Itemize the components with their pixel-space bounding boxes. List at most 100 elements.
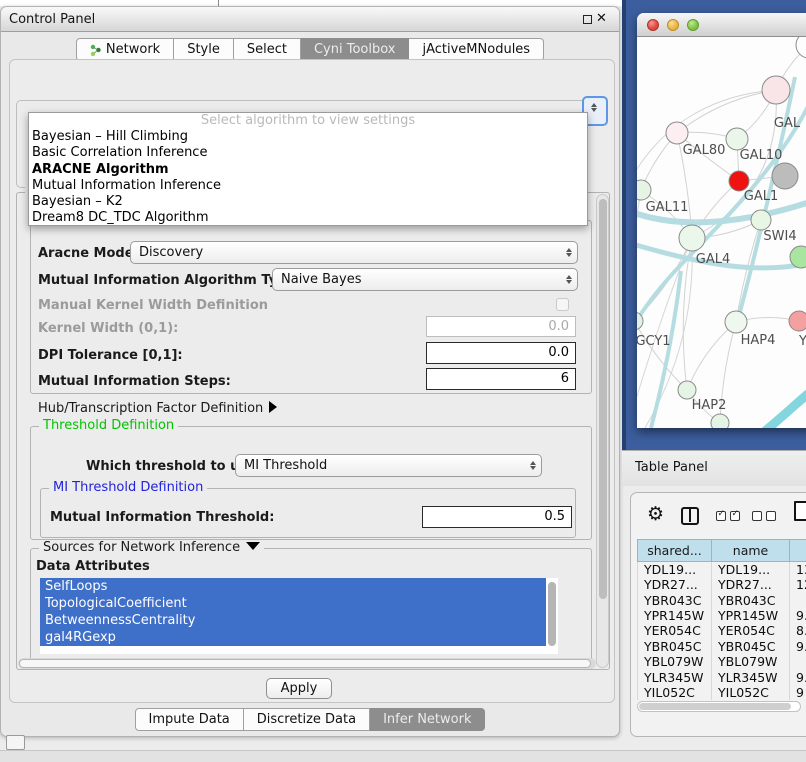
tab-style[interactable]: Style (174, 38, 234, 61)
table-hscrollbar-thumb[interactable] (639, 703, 791, 710)
table-row[interactable]: YBR043CYBR043C (638, 592, 806, 607)
network-node-swi4[interactable] (751, 210, 771, 230)
algorithm-option[interactable]: ARACNE Algorithm (29, 162, 587, 178)
control-panel-window: Control Panel NetworkStyleSelectCyni Too… (0, 6, 620, 737)
settings-hscrollbar-thumb[interactable] (19, 659, 591, 668)
network-node-gal11[interactable] (637, 180, 651, 200)
algorithm-option[interactable]: Dream8 DC_TDC Algorithm (29, 210, 587, 226)
network-node[interactable] (796, 37, 806, 58)
network-node-gal[interactable] (762, 76, 790, 104)
settings-gear-icon[interactable] (647, 503, 664, 525)
tab-jactivemnodules[interactable]: jActiveMNodules (409, 38, 544, 61)
checked-columns-icon[interactable] (716, 511, 740, 521)
mi-threshold-field[interactable]: 0.5 (422, 506, 572, 528)
close-icon[interactable] (596, 10, 610, 28)
table-row[interactable]: YER054CYER054C8. (638, 623, 806, 638)
dpi-tolerance-label: DPI Tolerance [0,1]: (38, 348, 183, 363)
attribute-item[interactable]: BetweennessCentrality (40, 612, 546, 629)
tab-infer-network[interactable]: Infer Network (370, 708, 485, 731)
tab-select[interactable]: Select (234, 38, 301, 61)
table-cell: YLR345W (712, 669, 790, 684)
data-attributes-list[interactable]: SelfLoopsTopologicalCoefficientBetweenne… (40, 578, 558, 654)
float-icon[interactable] (583, 15, 592, 24)
which-threshold-select[interactable]: MI Threshold (235, 454, 542, 477)
tab-impute-data[interactable]: Impute Data (135, 708, 244, 731)
mi-type-select[interactable]: Naive Bayes (272, 268, 578, 291)
node-label: GAL80 (683, 143, 726, 158)
data-attributes-label: Data Attributes (36, 559, 150, 574)
kernel-width-field[interactable]: 0.0 (426, 316, 576, 337)
table-header-row[interactable]: shared...nameA (638, 540, 806, 562)
settings-scrollbar-track[interactable] (596, 194, 609, 668)
table-row[interactable]: YDL19...YDL19...13 (638, 562, 806, 578)
column-view-icon[interactable] (681, 507, 699, 525)
network-node-gal80[interactable] (666, 122, 688, 144)
aracne-mode-select[interactable]: Discovery (130, 241, 578, 264)
node-label: HAP2 (692, 398, 727, 413)
collapse-down-arrow-icon[interactable] (246, 542, 260, 550)
zoom-light-icon[interactable] (687, 19, 699, 31)
table-hscrollbar-track[interactable] (637, 701, 801, 712)
bottom-tabs: Impute Data Discretize Data Infer Network (1, 708, 619, 731)
network-node-gal10[interactable] (726, 128, 748, 150)
table-row[interactable]: YPR145WYPR145W9. (638, 608, 806, 623)
table-row[interactable]: YBR045CYBR045C9. (638, 639, 806, 654)
table-cell: YBR043C (712, 592, 790, 607)
table-row[interactable]: YDR27...YDR27...12 (638, 577, 806, 592)
table-column-header[interactable]: shared... (638, 540, 712, 562)
close-light-icon[interactable] (647, 19, 659, 31)
tab-network[interactable]: Network (76, 38, 174, 61)
network-node[interactable] (772, 163, 798, 189)
table-panel-titlebar[interactable]: Table Panel (622, 450, 806, 486)
network-node-hap4[interactable] (725, 311, 747, 333)
table-column-header[interactable]: A (790, 540, 806, 562)
settings-scrollbar-thumb[interactable] (599, 199, 607, 599)
unchecked-columns-icon[interactable] (752, 511, 776, 521)
dpi-tolerance-field[interactable]: 0.0 (426, 342, 576, 364)
manual-kernel-label: Manual Kernel Width Definition (38, 298, 268, 313)
node-label: HAP4 (741, 333, 776, 348)
table-cell: YBL079W (638, 654, 712, 669)
apply-button[interactable]: Apply (266, 678, 332, 699)
network-node[interactable] (711, 414, 729, 428)
table-row[interactable]: YIL052CYIL052C9 (638, 685, 806, 700)
table-column-header[interactable]: name (712, 540, 790, 562)
network-node-gal4[interactable] (679, 225, 705, 251)
table-cell: YDL19... (638, 562, 712, 578)
table-cell: YDR27... (638, 577, 712, 592)
file-icon[interactable] (794, 501, 806, 521)
control-panel-titlebar[interactable]: Control Panel (1, 7, 619, 32)
attribute-item[interactable]: SelfLoops (40, 578, 546, 595)
algorithm-option[interactable]: Basic Correlation Inference (29, 145, 587, 161)
expand-right-arrow-icon[interactable] (269, 401, 277, 413)
tab-discretize-data[interactable]: Discretize Data (244, 708, 370, 731)
table-cell: YIL052C (638, 685, 712, 700)
network-node-gal1[interactable] (729, 171, 749, 191)
network-window-titlebar[interactable] (637, 13, 806, 37)
tab-label: jActiveMNodules (422, 39, 530, 60)
sources-toggle[interactable]: Sources for Network Inference (39, 540, 264, 555)
network-node-y[interactable] (789, 311, 806, 331)
table-row[interactable]: YLR345WYLR345W9. (638, 669, 806, 684)
aracne-mode-label: Aracne Mode: (38, 246, 139, 261)
table-cell: YPR145W (638, 608, 712, 623)
attributes-scrollbar-thumb[interactable] (548, 582, 556, 646)
algorithm-option[interactable]: Bayesian – Hill Climbing (29, 129, 587, 145)
algorithm-option[interactable]: Bayesian – K2 (29, 194, 587, 210)
attribute-item[interactable]: TopologicalCoefficient (40, 595, 546, 612)
mi-steps-field[interactable]: 6 (426, 368, 576, 390)
tab-cyni-toolbox[interactable]: Cyni Toolbox (301, 38, 410, 61)
network-canvas[interactable]: GALGAL80GAL10GAL1GAL11GAL4SWI4GCY1HAP4YH… (637, 37, 806, 428)
table-row[interactable]: YBL079WYBL079W (638, 654, 806, 669)
minimized-panel-icon[interactable] (6, 735, 25, 750)
settings-hscrollbar-track[interactable] (18, 658, 596, 669)
attribute-item[interactable]: gal4RGexp (40, 629, 546, 646)
panel-title: Control Panel (9, 7, 95, 32)
node-attribute-table[interactable]: shared...nameA YDL19...YDL19...13YDR27..… (637, 539, 806, 700)
tab-label: Discretize Data (257, 709, 356, 730)
network-node-hap2[interactable] (678, 381, 696, 399)
minimize-light-icon[interactable] (667, 19, 679, 31)
algorithm-option[interactable]: Mutual Information Inference (29, 178, 587, 194)
hub-definition-toggle[interactable]: Hub/Transcription Factor Definition (38, 401, 277, 416)
manual-kernel-checkbox[interactable] (556, 298, 569, 311)
